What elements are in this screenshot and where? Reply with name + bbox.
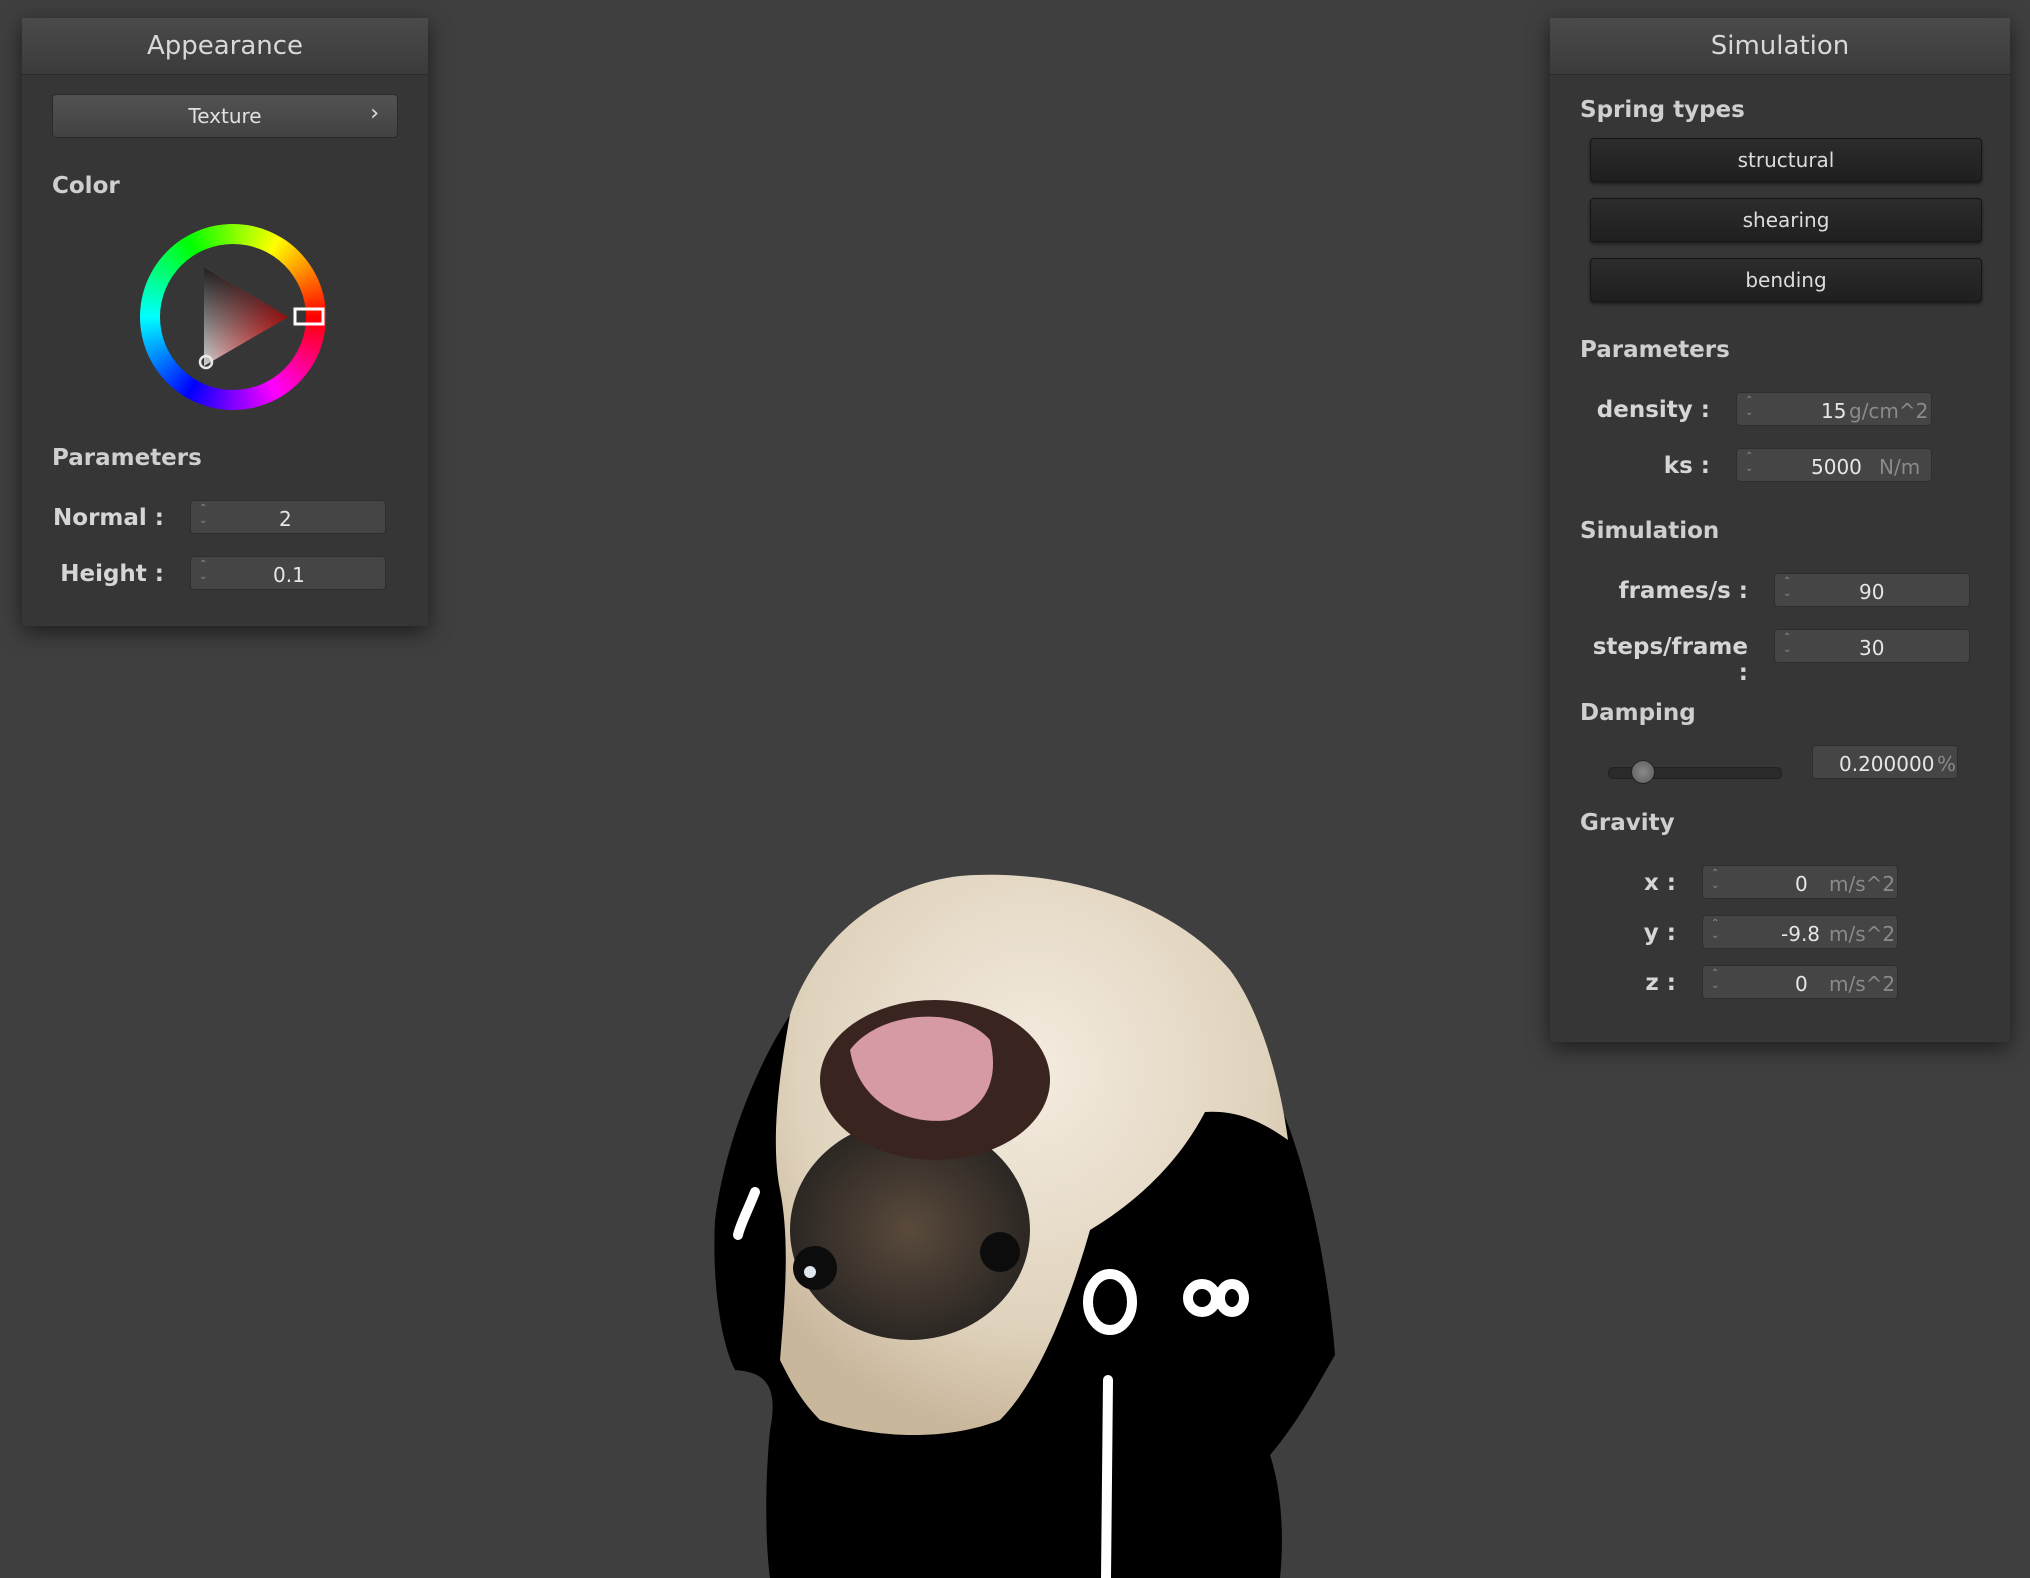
steps-label: steps/frame : — [1592, 634, 1748, 686]
density-label: density : — [1596, 397, 1710, 423]
pug-eye — [980, 1232, 1020, 1272]
simulation-parameters-title: Parameters — [1580, 337, 1730, 363]
gravity-z-label: z : — [1645, 970, 1676, 996]
simulation-panel: Simulation Spring types structural shear… — [1550, 18, 2010, 1042]
simulation-panel-title: Simulation — [1550, 18, 2010, 75]
simulation-section-title: Simulation — [1580, 518, 1720, 544]
spring-types-title: Spring types — [1580, 97, 1745, 123]
ks-label: ks : — [1663, 453, 1710, 479]
steps-input[interactable]: ⌃ ⌄ 30 — [1774, 629, 1970, 663]
gravity-x-label: x : — [1643, 870, 1676, 896]
spinner-arrows-icon[interactable]: ⌃ ⌄ — [1711, 918, 1723, 948]
damping-slider[interactable] — [1608, 758, 1782, 786]
spinner-arrows-icon[interactable]: ⌃ ⌄ — [1711, 968, 1723, 998]
ks-input[interactable]: ⌃ ⌄ 5000 N/m — [1736, 448, 1932, 482]
structural-button[interactable]: structural — [1590, 138, 1982, 182]
damping-slider-handle[interactable] — [1631, 760, 1656, 784]
gravity-y-label: y : — [1643, 920, 1676, 946]
spinner-arrows-icon[interactable]: ⌃ ⌄ — [1711, 868, 1723, 898]
spinner-arrows-icon[interactable]: ⌃ ⌄ — [1745, 395, 1757, 425]
gravity-x-input[interactable]: ⌃ ⌄ 0 m/s^2 — [1702, 865, 1898, 899]
fps-input[interactable]: ⌃ ⌄ 90 — [1774, 573, 1970, 607]
shearing-button[interactable]: shearing — [1590, 198, 1982, 242]
spinner-arrows-icon[interactable]: ⌃ ⌄ — [1783, 576, 1795, 606]
bending-button[interactable]: bending — [1590, 258, 1982, 302]
gravity-y-input[interactable]: ⌃ ⌄ -9.8 m/s^2 — [1702, 915, 1898, 949]
pug-eye — [793, 1246, 837, 1290]
density-input[interactable]: ⌃ ⌄ 15 g/cm^2 — [1736, 392, 1932, 426]
gravity-z-input[interactable]: ⌃ ⌄ 0 m/s^2 — [1702, 965, 1898, 999]
spinner-arrows-icon[interactable]: ⌃ ⌄ — [1783, 632, 1795, 662]
fps-label: frames/s : — [1618, 578, 1748, 604]
damping-title: Damping — [1580, 700, 1696, 726]
spinner-arrows-icon[interactable]: ⌃ ⌄ — [1745, 451, 1757, 481]
gravity-title: Gravity — [1580, 810, 1675, 836]
damping-input[interactable]: 0.200000 % — [1812, 745, 1958, 779]
pug-eye-highlight — [804, 1266, 816, 1278]
